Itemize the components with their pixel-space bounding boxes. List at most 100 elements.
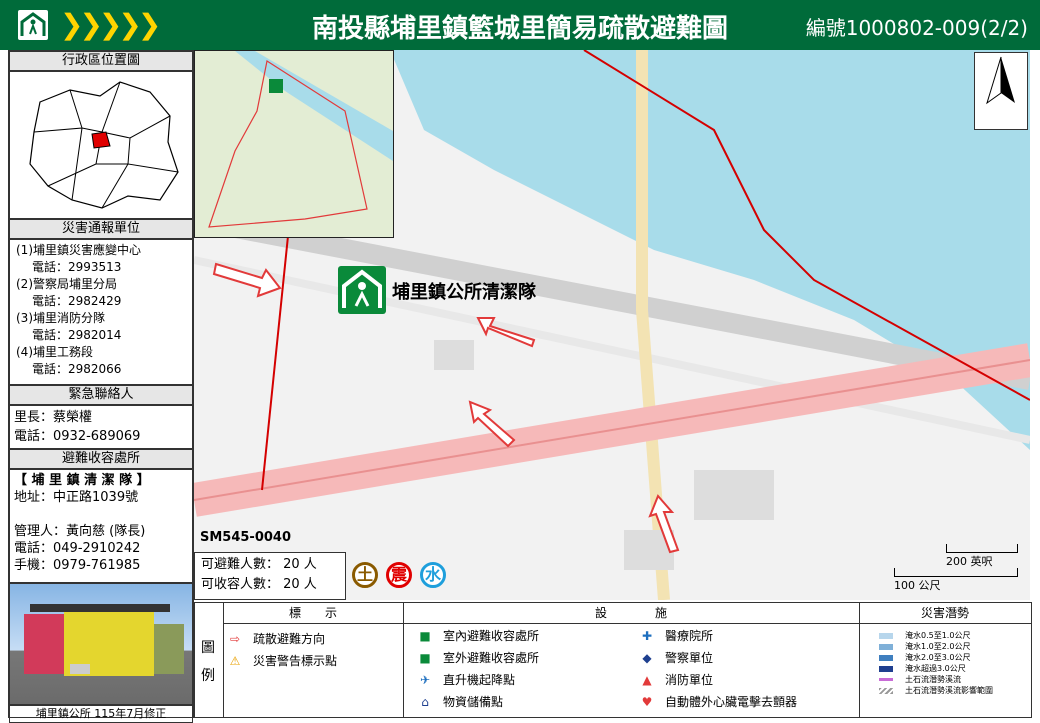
legend-text: 淹水2.0至3.0公尺 xyxy=(905,653,971,662)
landslide-hazard-icon: 土 xyxy=(352,562,378,588)
aed-icon: ♥ xyxy=(641,695,653,709)
report-units-header: 災害通報單位 xyxy=(9,219,193,239)
shelter-logo-icon xyxy=(18,10,48,40)
contact-header: 緊急聯絡人 xyxy=(9,385,193,405)
legend-row: 淹水1.0至2.0公尺 xyxy=(859,641,1031,652)
report-line: 電話：2993513 xyxy=(32,260,122,274)
north-label: N xyxy=(1027,106,1040,127)
legend-row: ⌂ 物資儲備點 xyxy=(413,691,633,713)
report-line: 電話：2982066 xyxy=(32,362,122,376)
contact-line: 電話：0932-689069 xyxy=(14,429,141,444)
legend-row: ◆ 警察單位 xyxy=(635,647,855,669)
map-code: SM545-0040 xyxy=(200,530,292,545)
chevron-icon: ❯❯❯❯❯ xyxy=(60,8,161,41)
legend-text: 淹水1.0至2.0公尺 xyxy=(905,642,971,651)
flood-swatch xyxy=(879,665,893,672)
legend-text: 淹水超過3.0公尺 xyxy=(905,664,966,673)
report-line: 電話：2982014 xyxy=(32,328,122,342)
map-number: 編號1000802-009(2/2) xyxy=(805,16,1028,40)
legend-text: 物資儲備點 xyxy=(443,695,504,709)
legend-text: 室外避難收容處所 xyxy=(443,651,540,665)
report-line: 電話：2982429 xyxy=(32,294,122,308)
legend-row: ♥ 自動體外心臟電擊去顫器 xyxy=(635,691,855,713)
report-line: (1)埔里鎮災害應變中心 xyxy=(16,243,141,257)
legend-text: 土石流潛勢溪流 xyxy=(905,675,961,684)
legend-row: ■ 室內避難收容處所 xyxy=(413,625,633,647)
header-bar: ❯❯❯❯❯ 南投縣埔里鎮籃城里簡易疏散避難圖 編號1000802-009(2/2… xyxy=(0,0,1040,50)
debris-flow-swatch xyxy=(879,678,893,681)
capacity-line: 可避難人數： 20 人 xyxy=(201,557,317,572)
legend-header: 設 施 xyxy=(403,603,859,624)
inset-map xyxy=(194,50,394,238)
legend-text: 室內避難收容處所 xyxy=(443,629,540,643)
legend-text: 警察單位 xyxy=(665,651,714,665)
scale-bar-meters: 100 公尺 xyxy=(894,568,1018,593)
north-arrow-icon: N xyxy=(974,52,1028,130)
legend-header: 災害潛勢 xyxy=(859,603,1031,624)
shelter-line xyxy=(14,506,188,523)
flood-swatch xyxy=(879,632,893,639)
legend-row: 土石流潛勢溪流 xyxy=(859,674,1031,685)
map-title: 南投縣埔里鎮籃城里簡易疏散避難圖 xyxy=(311,14,728,44)
legend-text: 直升機起降點 xyxy=(443,673,516,687)
legend-text: 淹水0.5至1.0公尺 xyxy=(905,631,971,640)
legend-text: 消防單位 xyxy=(665,673,714,687)
outdoor-shelter-icon: ■ xyxy=(419,651,431,665)
legend-row: ▲ 消防單位 xyxy=(635,669,855,691)
sidebar: 行政區位置圖 災害通報單位 (1)埔里鎮災害應變中心 電話：2993513 (2… xyxy=(8,50,194,723)
legend-text: 醫療院所 xyxy=(665,629,714,643)
legend-label: 圖例 xyxy=(195,603,224,717)
indoor-shelter-icon: ■ xyxy=(419,629,431,643)
legend-row: ⇨ 疏散避難方向 xyxy=(223,628,403,650)
flood-hazard-icon: 水 xyxy=(420,562,446,588)
debris-area-swatch xyxy=(879,687,893,694)
admin-map-header: 行政區位置圖 xyxy=(9,51,193,71)
legend-row: ✈ 直升機起降點 xyxy=(413,669,633,691)
legend-row: ■ 室外避難收容處所 xyxy=(413,647,633,669)
legend-text: 自動體外心臟電擊去顫器 xyxy=(665,695,798,709)
shelter-header: 避難收容處所 xyxy=(9,449,193,469)
shelter-photo xyxy=(9,583,193,705)
legend-row: ✚ 醫療院所 xyxy=(635,625,855,647)
scale-bar-feet: 200 英呎 xyxy=(946,544,1018,569)
report-line: (2)警察局埔里分局 xyxy=(16,277,117,291)
medical-icon: ✚ xyxy=(641,629,653,643)
legend-row: 淹水2.0至3.0公尺 xyxy=(859,652,1031,663)
capacity-line: 可收容人數： 20 人 xyxy=(201,577,317,592)
shelter-info: 【 埔 里 鎮 清 潔 隊 】 地址：中正路1039號 管理人：黃向慈 (隊長)… xyxy=(9,469,193,583)
supply-icon: ⌂ xyxy=(421,695,429,709)
contact-info: 里長：蔡榮權 電話：0932-689069 xyxy=(9,405,193,449)
flood-swatch xyxy=(879,654,893,661)
shelter-line: 管理人：黃向慈 (隊長) xyxy=(14,524,146,539)
legend-markers: 標 示 ⇨ 疏散避難方向 ⚠ 災害警告標示點 xyxy=(223,603,404,717)
photo-caption: 埔里鎮公所 115年7月修正 xyxy=(9,705,193,723)
report-line: (4)埔里工務段 xyxy=(16,345,93,359)
legend-row: 淹水0.5至1.0公尺 xyxy=(859,630,1031,641)
legend-text: 土石流潛勢溪流影響範圍 xyxy=(905,686,993,695)
helicopter-icon: ✈ xyxy=(419,673,431,687)
scale-label: 200 英呎 xyxy=(946,555,993,568)
shelter-line: 電話：049-2910242 xyxy=(14,541,141,556)
capacity-box: 可避難人數： 20 人 可收容人數： 20 人 xyxy=(194,552,346,600)
indoor-shelter-icon[interactable] xyxy=(338,266,386,314)
warning-icon: ⚠ xyxy=(229,654,241,668)
legend-hazards: 災害潛勢 淹水0.5至1.0公尺 淹水1.0至2.0公尺 淹水2.0至3.0公尺… xyxy=(859,603,1031,717)
shelter-line: 【 埔 里 鎮 清 潔 隊 】 xyxy=(14,473,150,488)
shelter-line: 地址：中正路1039號 xyxy=(14,490,139,505)
earthquake-hazard-icon: 震 xyxy=(386,562,412,588)
legend-row: ⚠ 災害警告標示點 xyxy=(223,650,403,672)
fire-icon: ▲ xyxy=(642,673,652,687)
legend-row: 淹水超過3.0公尺 xyxy=(859,663,1031,674)
legend: 圖例 標 示 ⇨ 疏散避難方向 ⚠ 災害警告標示點 設 施 ■ 室內避難收容處所 ■ 室… xyxy=(194,602,1032,718)
township-location-map xyxy=(9,71,193,219)
legend-text: 災害警告標示點 xyxy=(253,654,338,668)
legend-facilities: 設 施 ■ 室內避難收容處所 ■ 室外避難收容處所 ✈ 直升機起降點 ⌂ 物資儲備點 ✚… xyxy=(403,603,860,717)
legend-text: 疏散避難方向 xyxy=(253,632,326,646)
shelter-name-label: 埔里鎮公所清潔隊 xyxy=(392,282,536,303)
report-units: (1)埔里鎮災害應變中心 電話：2993513 (2)警察局埔里分局 電話：29… xyxy=(9,239,193,385)
flood-swatch xyxy=(879,643,893,650)
report-line: (3)埔里消防分隊 xyxy=(16,311,105,325)
scale-label: 100 公尺 xyxy=(894,579,941,592)
shelter-line: 手機：0979-761985 xyxy=(14,558,141,573)
contact-line: 里長：蔡榮權 xyxy=(14,410,93,425)
